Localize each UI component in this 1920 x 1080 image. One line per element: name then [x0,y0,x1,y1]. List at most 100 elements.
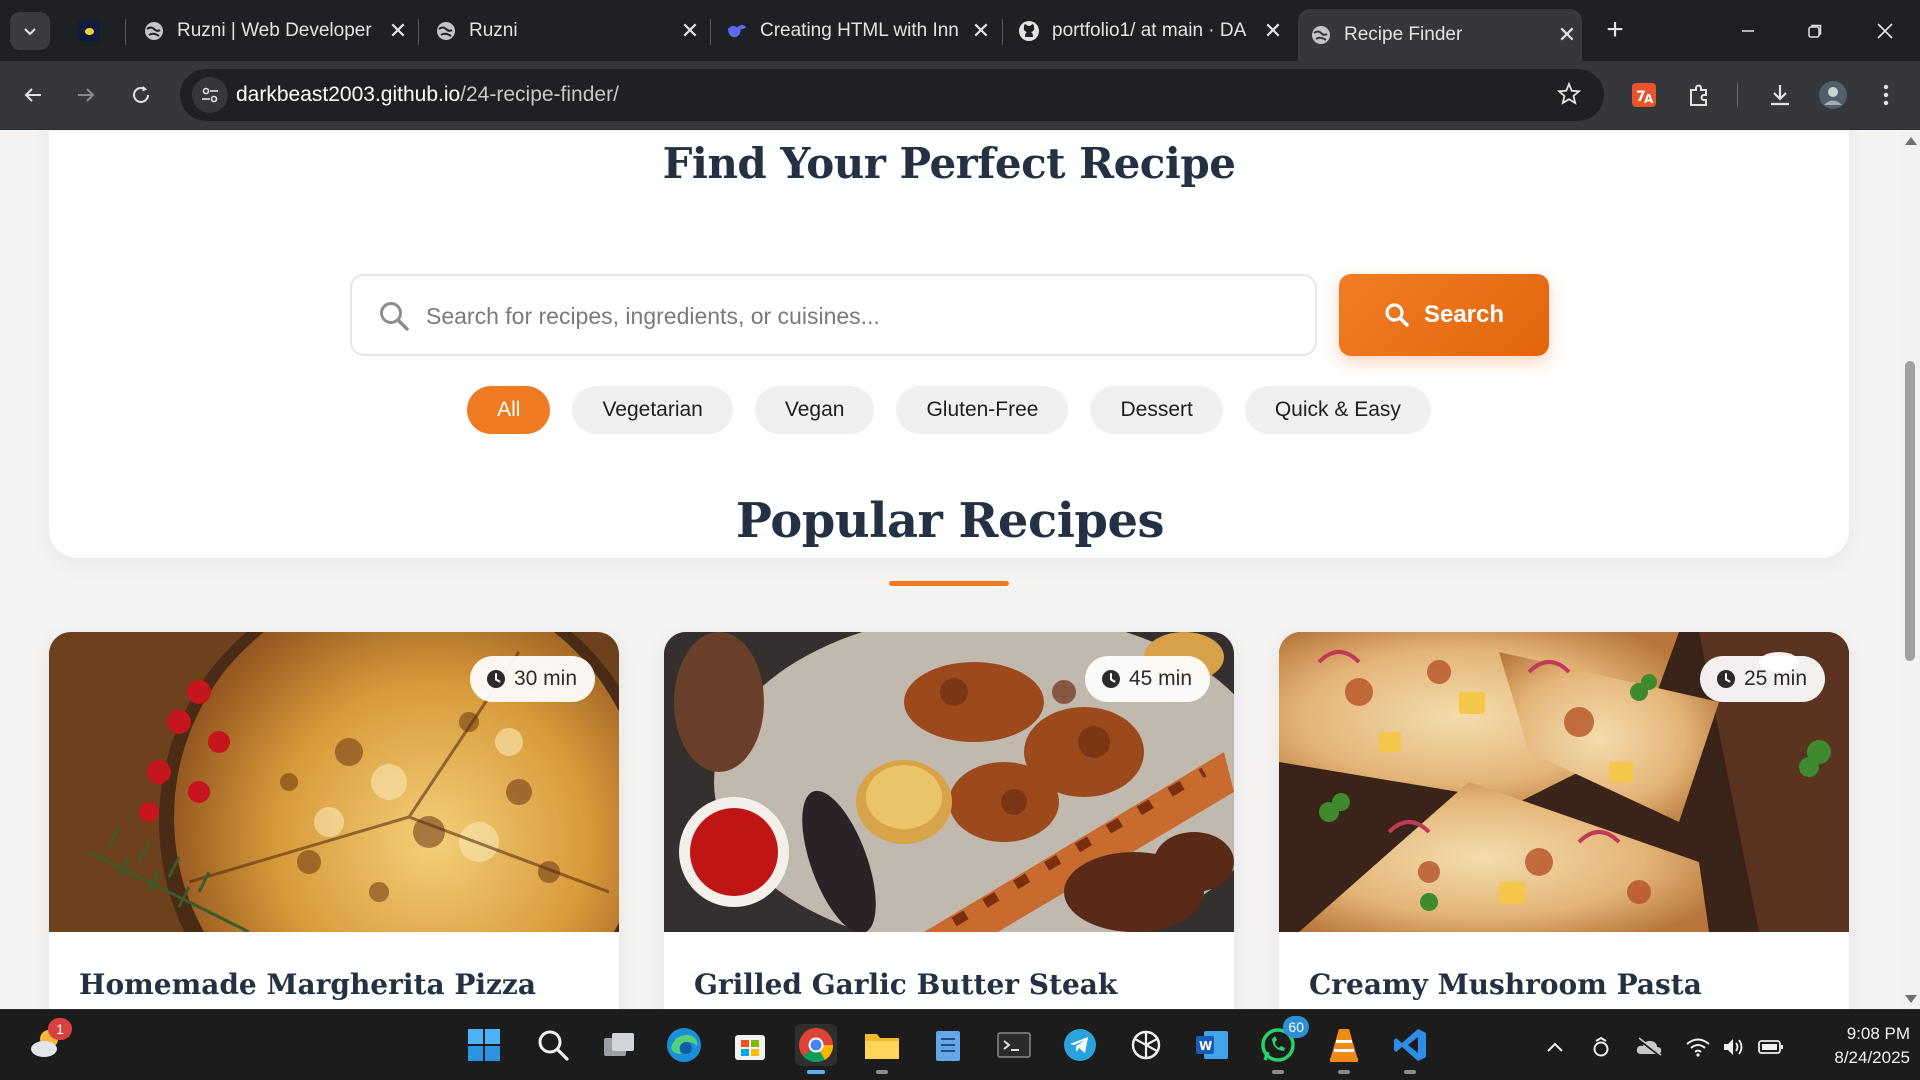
new-tab-button[interactable]: + [1598,14,1632,48]
clock-date: 8/24/2025 [1834,1048,1910,1067]
close-tab-icon[interactable]: ✕ [383,18,413,44]
browser-menu-button[interactable] [1868,77,1904,113]
clock-icon [486,670,505,688]
deepseek-icon [726,20,748,42]
vlc-icon[interactable] [1323,1024,1365,1074]
downloads-button[interactable] [1762,77,1798,113]
filter-chip-gluten-free[interactable]: Gluten-Free [896,386,1069,434]
chevron-down-icon [24,28,36,36]
download-icon [1771,85,1789,106]
filter-chip-vegan[interactable]: Vegan [754,386,875,434]
tune-icon [202,87,218,103]
profile-avatar[interactable] [1815,77,1851,113]
search-icon [1385,303,1409,327]
filter-chip-all[interactable]: All [467,386,551,434]
hero-title: Find Your Perfect Recipe [662,139,1236,188]
more-vert-icon [1883,84,1889,106]
browser-tab-recipe-finder[interactable]: Recipe Finder ✕ [1298,9,1582,61]
scroll-thumb[interactable] [1905,361,1915,661]
close-tab-icon[interactable]: ✕ [675,18,705,44]
close-tab-icon[interactable]: ✕ [966,18,996,44]
page-viewport: Find Your Perfect Recipe Search All Vege… [0,131,1900,1009]
cook-time-badge: 25 min [1699,656,1825,702]
extensions-puzzle-icon[interactable] [1681,77,1717,113]
recipe-title[interactable]: Homemade Margherita Pizza [79,968,536,1001]
running-indicator [807,1070,825,1074]
search-icon [378,300,410,332]
reload-button[interactable] [123,77,159,113]
chatgpt-icon[interactable] [1125,1024,1167,1066]
volume-icon[interactable] [1718,1032,1748,1062]
restore-icon [1808,24,1822,38]
search-input[interactable] [426,296,1286,336]
weather-widget[interactable]: 1 [26,1018,72,1064]
browser-tab-pinned[interactable] [66,9,118,53]
filter-chip-quick-easy[interactable]: Quick & Easy [1244,386,1431,434]
forward-button[interactable] [68,77,104,113]
globe-icon [435,20,457,42]
scroll-up-arrow[interactable] [1905,137,1917,145]
bookmark-star-icon[interactable] [1556,81,1582,112]
windows-start-icon[interactable] [463,1024,505,1066]
address-bar[interactable]: darkbeast2003.github.io/24-recipe-finder… [180,69,1604,121]
minimize-button[interactable] [1723,12,1773,50]
cook-time: 45 min [1128,667,1192,690]
site-info-button[interactable] [192,77,228,113]
task-view-icon[interactable] [598,1024,640,1066]
file-explorer-icon[interactable] [861,1024,903,1074]
filter-chip-dessert[interactable]: Dessert [1090,386,1223,434]
system-clock[interactable]: 9:08 PM 8/24/2025 [1800,1022,1910,1070]
tab-title: portfolio1/ at main · DA [1052,20,1247,41]
filter-chip-vegetarian[interactable]: Vegetarian [572,386,733,434]
store-icon[interactable] [729,1024,771,1066]
tab-search-button[interactable] [10,12,50,50]
running-indicator [876,1070,888,1074]
tab-title: Ruzni [469,20,518,41]
browser-tab-ruzni-web-developer[interactable]: Ruzni | Web Developer ✕ [131,9,413,53]
telegram-icon[interactable] [1059,1024,1101,1066]
back-button[interactable] [15,77,51,113]
recipe-card-garlic-butter-steak[interactable]: 45 min Grilled Garlic Butter Steak [664,632,1234,1009]
globe-icon [143,20,165,42]
recipe-card-margherita-pizza[interactable]: 30 min Homemade Margherita Pizza [49,632,619,1009]
running-indicator [1404,1070,1416,1074]
running-indicator [1272,1070,1284,1074]
page-scrollbar[interactable] [1900,131,1920,1009]
github-icon [1018,20,1040,42]
arrow-right-icon [78,88,95,102]
reload-icon [133,86,149,103]
wifi-icon[interactable] [1683,1032,1713,1062]
search-box[interactable] [350,274,1317,356]
extension-translate-icon[interactable]: 7A [1626,77,1662,113]
edge-icon[interactable] [663,1024,705,1066]
search-icon[interactable] [532,1024,574,1066]
close-tab-icon[interactable]: ✕ [1552,22,1582,48]
word-icon[interactable]: W [1191,1024,1233,1066]
battery-icon[interactable] [1756,1032,1786,1062]
avatar-icon [1819,81,1847,109]
search-button-label: Search [1423,301,1505,328]
browser-tab-ruzni[interactable]: Ruzni ✕ [423,9,705,53]
recipe-card-creamy-mushroom-pasta[interactable]: 25 min Creamy Mushroom Pasta [1279,632,1849,1009]
show-hidden-icons-button[interactable] [1540,1032,1570,1062]
notepad-icon[interactable] [927,1024,969,1066]
recipe-title[interactable]: Creamy Mushroom Pasta [1309,968,1702,1001]
close-tab-icon[interactable]: ✕ [1258,18,1288,44]
scroll-down-arrow[interactable] [1905,995,1917,1003]
browser-tab-creating-html[interactable]: Creating HTML with Inn ✕ [714,9,996,53]
browser-tab-strip: Ruzni | Web Developer ✕ Ruzni ✕ Creating… [0,0,1920,61]
onedrive-icon[interactable] [1634,1032,1664,1062]
browser-tab-github-portfolio[interactable]: portfolio1/ at main · DA ✕ [1006,9,1288,53]
search-button[interactable]: Search [1339,274,1549,356]
restore-button[interactable] [1790,12,1840,50]
close-window-button[interactable] [1860,12,1910,50]
whatsapp-icon[interactable]: 60 [1257,1016,1309,1074]
sync-icon[interactable] [1586,1032,1616,1062]
filter-chips: All Vegetarian Vegan Gluten-Free Dessert… [49,386,1849,434]
chrome-icon[interactable] [795,1024,837,1074]
globe-icon [1310,24,1332,46]
recipe-title[interactable]: Grilled Garlic Butter Steak [694,968,1117,1001]
terminal-icon[interactable] [993,1024,1035,1066]
vscode-icon[interactable] [1389,1024,1431,1074]
running-indicator [1338,1070,1350,1074]
